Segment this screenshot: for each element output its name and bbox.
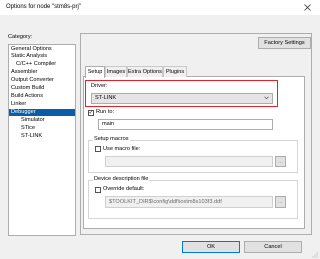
category-item-label: Static Analysis [11, 53, 48, 59]
tab-images[interactable]: Images [105, 66, 127, 77]
run-to-input[interactable]: main [98, 119, 273, 130]
factory-settings-label: Factory Settings [264, 40, 305, 46]
override-default-checkbox[interactable] [95, 187, 101, 193]
setup-macros-title: Setup macros [93, 136, 130, 142]
options-dialog: Options for node "stm8s-prj" Category: G… [0, 0, 320, 259]
category-item[interactable]: Custom Build [9, 85, 75, 92]
category-item-label: STice [21, 125, 36, 131]
tab-label: Extra Options [128, 69, 162, 75]
category-item[interactable]: C/C++ Compiler [9, 61, 75, 68]
close-button[interactable] [297, 1, 317, 14]
driver-select[interactable]: ST-LINK [91, 93, 273, 104]
category-item-label: Build Actions [11, 93, 44, 99]
browse-label: ... [278, 199, 283, 205]
macro-file-input[interactable] [105, 156, 273, 167]
driver-label: Driver: [91, 83, 108, 89]
category-label: Category: [8, 34, 33, 40]
category-item[interactable]: Linker [9, 101, 75, 108]
resize-grip-icon[interactable] [311, 251, 318, 258]
category-item-label: Output Converter [11, 77, 54, 83]
run-to-value: main [102, 121, 115, 127]
device-description-title: Device description file [93, 176, 150, 182]
tab-label: Plugins [165, 69, 185, 75]
chevron-down-icon [264, 96, 269, 100]
driver-select-value: ST-LINK [95, 95, 117, 101]
macro-browse-button[interactable]: ... [275, 156, 286, 167]
category-item-label: Custom Build [11, 85, 45, 91]
window-title: Options for node "stm8s-prj" [6, 4, 81, 10]
tab-plugins[interactable]: Plugins [163, 66, 187, 77]
category-item-label: C/C++ Compiler [16, 61, 57, 67]
tab-label: Setup [87, 69, 103, 75]
category-item[interactable]: STice [9, 125, 75, 132]
category-item-label: Linker [11, 101, 27, 107]
cancel-button[interactable]: Cancel [244, 241, 302, 253]
category-list[interactable]: General Options Static Analysis C/C++ Co… [8, 44, 76, 236]
category-item[interactable]: Static Analysis [9, 53, 75, 60]
category-item[interactable]: General Options [9, 46, 75, 53]
category-item-label: Debugger [11, 109, 36, 115]
tab-setup[interactable]: Setup [85, 66, 105, 78]
category-item[interactable]: Simulator [9, 117, 75, 124]
tab-label: Images [106, 69, 126, 75]
cancel-label: Cancel [264, 244, 282, 250]
use-macro-label: Use macro file: [103, 146, 141, 152]
device-description-input[interactable]: $TOOLKIT_DIR$\config\ddf\iostm8s103f3.dd… [105, 196, 273, 208]
close-icon [303, 4, 311, 11]
run-to-checkbox[interactable] [88, 109, 94, 116]
tab-extra-options[interactable]: Extra Options [127, 66, 163, 77]
category-item-debugger[interactable]: Debugger [9, 109, 75, 116]
browse-label: ... [278, 158, 283, 165]
category-item[interactable]: Output Converter [9, 77, 75, 84]
ok-label: OK [206, 244, 216, 250]
category-item[interactable]: Assembler [9, 69, 75, 76]
category-item[interactable]: ST-LINK [9, 133, 75, 140]
ok-button[interactable]: OK [182, 241, 240, 253]
override-default-label: Override default: [103, 186, 145, 192]
category-item[interactable]: Build Actions [9, 93, 75, 100]
category-item-label: Simulator [21, 117, 45, 123]
factory-settings-button[interactable]: Factory Settings [258, 37, 311, 49]
title-bar: Options for node "stm8s-prj" [0, 0, 320, 15]
run-to-label: Run to: [96, 109, 115, 115]
category-item-label: ST-LINK [21, 133, 43, 139]
use-macro-checkbox[interactable] [95, 146, 101, 152]
category-item-label: Assembler [11, 69, 38, 75]
device-description-browse-button[interactable]: ... [275, 196, 286, 208]
category-item-label: General Options [11, 46, 52, 52]
device-description-value: $TOOLKIT_DIR$\config\ddf\iostm8s103f3.dd… [109, 199, 222, 205]
